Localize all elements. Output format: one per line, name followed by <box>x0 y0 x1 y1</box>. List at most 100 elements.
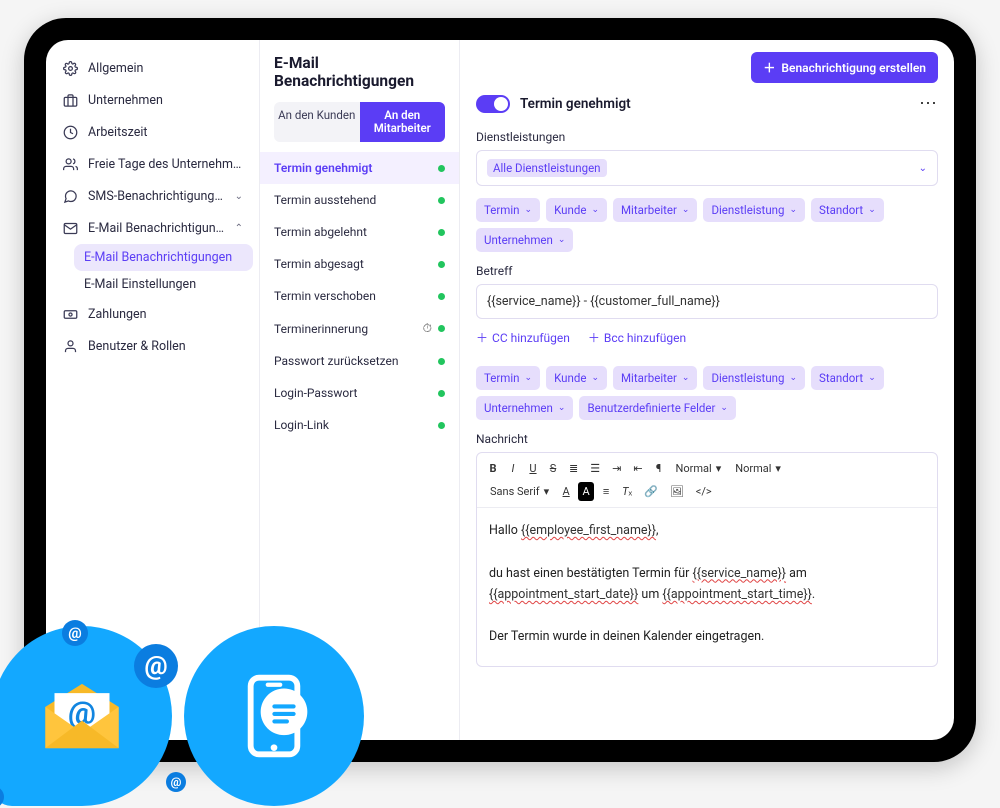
chip-standort[interactable]: Standort⌄ <box>811 366 884 390</box>
plus-icon: ＋ <box>763 59 775 76</box>
create-notification-button[interactable]: ＋ Benachrichtigung erstellen <box>751 52 938 83</box>
chip-termin[interactable]: Termin⌄ <box>476 198 540 222</box>
template-row[interactable]: Termin ausstehend <box>260 184 459 216</box>
more-menu-button[interactable]: ⋯ <box>919 93 938 114</box>
sidebar-item-email[interactable]: E-Mail Benachrichtigungen ⌃ <box>52 212 253 244</box>
sidebar-label: Freie Tage des Unternehmens <box>88 157 243 172</box>
indent-button[interactable]: ⇥ <box>608 459 625 478</box>
placeholder-chips-subject: Termin⌄ Kunde⌄ Mitarbeiter⌄ Dienstleistu… <box>476 198 938 252</box>
sidebar-sub-email-notifications[interactable]: E-Mail Benachrichtigungen <box>74 244 253 271</box>
rich-text-editor: B I U S ≣ ☰ ⇥ ⇤ ¶ Normal▾ Normal▾ Sans S… <box>476 452 938 667</box>
clear-format-button[interactable]: Tₓ <box>618 482 636 501</box>
status-dot-active <box>438 197 445 204</box>
chip-mitarbeiter[interactable]: Mitarbeiter⌄ <box>613 366 697 390</box>
page-title: E-Mail Benachrichtigungen <box>274 54 445 90</box>
subject-input[interactable]: {{service_name}} - {{customer_full_name}… <box>476 284 938 319</box>
tab-employee[interactable]: An den Mitarbeiter <box>360 102 446 142</box>
heading-select[interactable]: Normal▾ <box>671 459 727 478</box>
sidebar-item-holidays[interactable]: Freie Tage des Unternehmens <box>52 148 253 180</box>
message-label: Nachricht <box>476 432 938 446</box>
sidebar-item-sms[interactable]: SMS-Benachrichtigungen ⌄ <box>52 180 253 212</box>
bold-button[interactable]: B <box>485 459 501 478</box>
chip-kunde[interactable]: Kunde⌄ <box>546 366 607 390</box>
add-bcc-button[interactable]: ＋Bcc hinzufügen <box>588 329 686 346</box>
italic-button[interactable]: I <box>505 459 521 478</box>
bg-color-button[interactable]: A <box>578 482 594 501</box>
code-button[interactable]: </> <box>692 482 716 501</box>
chevron-down-icon: ⌄ <box>558 235 566 245</box>
strike-button[interactable]: S <box>545 459 561 478</box>
sidebar-item-general[interactable]: Allgemein <box>52 52 253 84</box>
chip-dienstleistung[interactable]: Dienstleistung⌄ <box>703 198 805 222</box>
text-color-button[interactable]: A <box>558 482 574 501</box>
align-button[interactable]: ≡ <box>598 482 614 501</box>
template-label: Termin verschoben <box>274 289 376 303</box>
list-bullet-button[interactable]: ☰ <box>586 459 604 478</box>
template-row[interactable]: Login-Link <box>260 409 459 441</box>
underline-button[interactable]: U <box>525 459 541 478</box>
chip-termin[interactable]: Termin⌄ <box>476 366 540 390</box>
template-label: Termin abgelehnt <box>274 225 367 239</box>
tablet-frame: Allgemein Unternehmen Arbeitszeit Freie … <box>24 18 976 762</box>
chip-mitarbeiter[interactable]: Mitarbeiter⌄ <box>613 198 697 222</box>
chip-kunde[interactable]: Kunde⌄ <box>546 198 607 222</box>
status-dot-active <box>438 358 445 365</box>
chip-unternehmen[interactable]: Unternehmen⌄ <box>476 396 573 420</box>
chevron-down-icon: ⌄ <box>682 205 690 215</box>
chip-custom-fields[interactable]: Benutzerdefinierte Felder⌄ <box>579 396 735 420</box>
outdent-button[interactable]: ⇤ <box>629 459 646 478</box>
placeholder-chips-body: Termin⌄ Kunde⌄ Mitarbeiter⌄ Dienstleistu… <box>476 366 938 420</box>
template-row[interactable]: Termin abgesagt <box>260 248 459 280</box>
create-btn-label: Benachrichtigung erstellen <box>781 61 926 75</box>
chevron-down-icon: ⌄ <box>558 403 566 413</box>
sidebar-email-submenu: E-Mail Benachrichtigungen E-Mail Einstel… <box>52 244 253 298</box>
template-label: Termin genehmigt <box>274 161 372 175</box>
briefcase-icon <box>62 92 78 108</box>
app-screen: Allgemein Unternehmen Arbeitszeit Freie … <box>46 40 954 740</box>
template-row[interactable]: Terminerinnerung ⏱ <box>260 312 459 345</box>
template-row[interactable]: Login-Passwort <box>260 377 459 409</box>
services-select[interactable]: Alle Dienstleistungen ⌄ <box>476 150 938 186</box>
chevron-down-icon: ⌄ <box>868 205 876 215</box>
people-icon <box>62 156 78 172</box>
user-icon <box>62 338 78 354</box>
sidebar-sub-email-settings[interactable]: E-Mail Einstellungen <box>74 271 253 298</box>
template-row[interactable]: Termin genehmigt <box>260 152 459 184</box>
add-cc-button[interactable]: ＋CC hinzufügen <box>476 329 570 346</box>
template-row[interactable]: Termin abgelehnt <box>260 216 459 248</box>
chat-icon <box>62 188 78 204</box>
paragraph-button[interactable]: ¶ <box>651 459 667 478</box>
sidebar-item-hours[interactable]: Arbeitszeit <box>52 116 253 148</box>
link-button[interactable]: 🔗 <box>640 482 662 501</box>
size-select[interactable]: Normal▾ <box>730 459 786 478</box>
sidebar-item-company[interactable]: Unternehmen <box>52 84 253 116</box>
status-dot-active <box>438 325 445 332</box>
chevron-down-icon: ⌄ <box>789 373 797 383</box>
chevron-down-icon: ⌄ <box>789 205 797 215</box>
recipient-tabs: An den Kunden An den Mitarbeiter <box>274 102 445 142</box>
timer-icon: ⏱ <box>423 321 432 336</box>
font-select[interactable]: Sans Serif▾ <box>485 482 554 501</box>
editor-content[interactable]: Hallo {{employee_first_name}}, du hast e… <box>477 508 937 666</box>
chip-standort[interactable]: Standort⌄ <box>811 198 884 222</box>
chevron-down-icon: ⌄ <box>919 163 927 174</box>
sidebar-item-users-roles[interactable]: Benutzer & Rollen <box>52 330 253 362</box>
template-row[interactable]: Passwort zurücksetzen <box>260 345 459 377</box>
chevron-up-icon: ⌃ <box>235 223 243 234</box>
chip-dienstleistung[interactable]: Dienstleistung⌄ <box>703 366 805 390</box>
status-dot-active <box>438 229 445 236</box>
image-button[interactable]: 🖼 <box>666 482 688 501</box>
list-ordered-button[interactable]: ≣ <box>565 459 582 478</box>
tab-customer[interactable]: An den Kunden <box>274 102 360 142</box>
gear-icon <box>62 60 78 76</box>
sidebar-item-payments[interactable]: Zahlungen <box>52 298 253 330</box>
template-row[interactable]: Termin verschoben <box>260 280 459 312</box>
chevron-down-icon: ⌄ <box>525 205 533 215</box>
sidebar-label: Zahlungen <box>88 307 243 322</box>
enable-toggle[interactable] <box>476 95 510 113</box>
template-label: Login-Link <box>274 418 329 432</box>
chevron-down-icon: ⌄ <box>591 205 599 215</box>
chip-unternehmen[interactable]: Unternehmen⌄ <box>476 228 573 252</box>
template-header: E-Mail Benachrichtigungen An den Kunden … <box>260 40 459 152</box>
settings-sidebar: Allgemein Unternehmen Arbeitszeit Freie … <box>46 40 260 740</box>
